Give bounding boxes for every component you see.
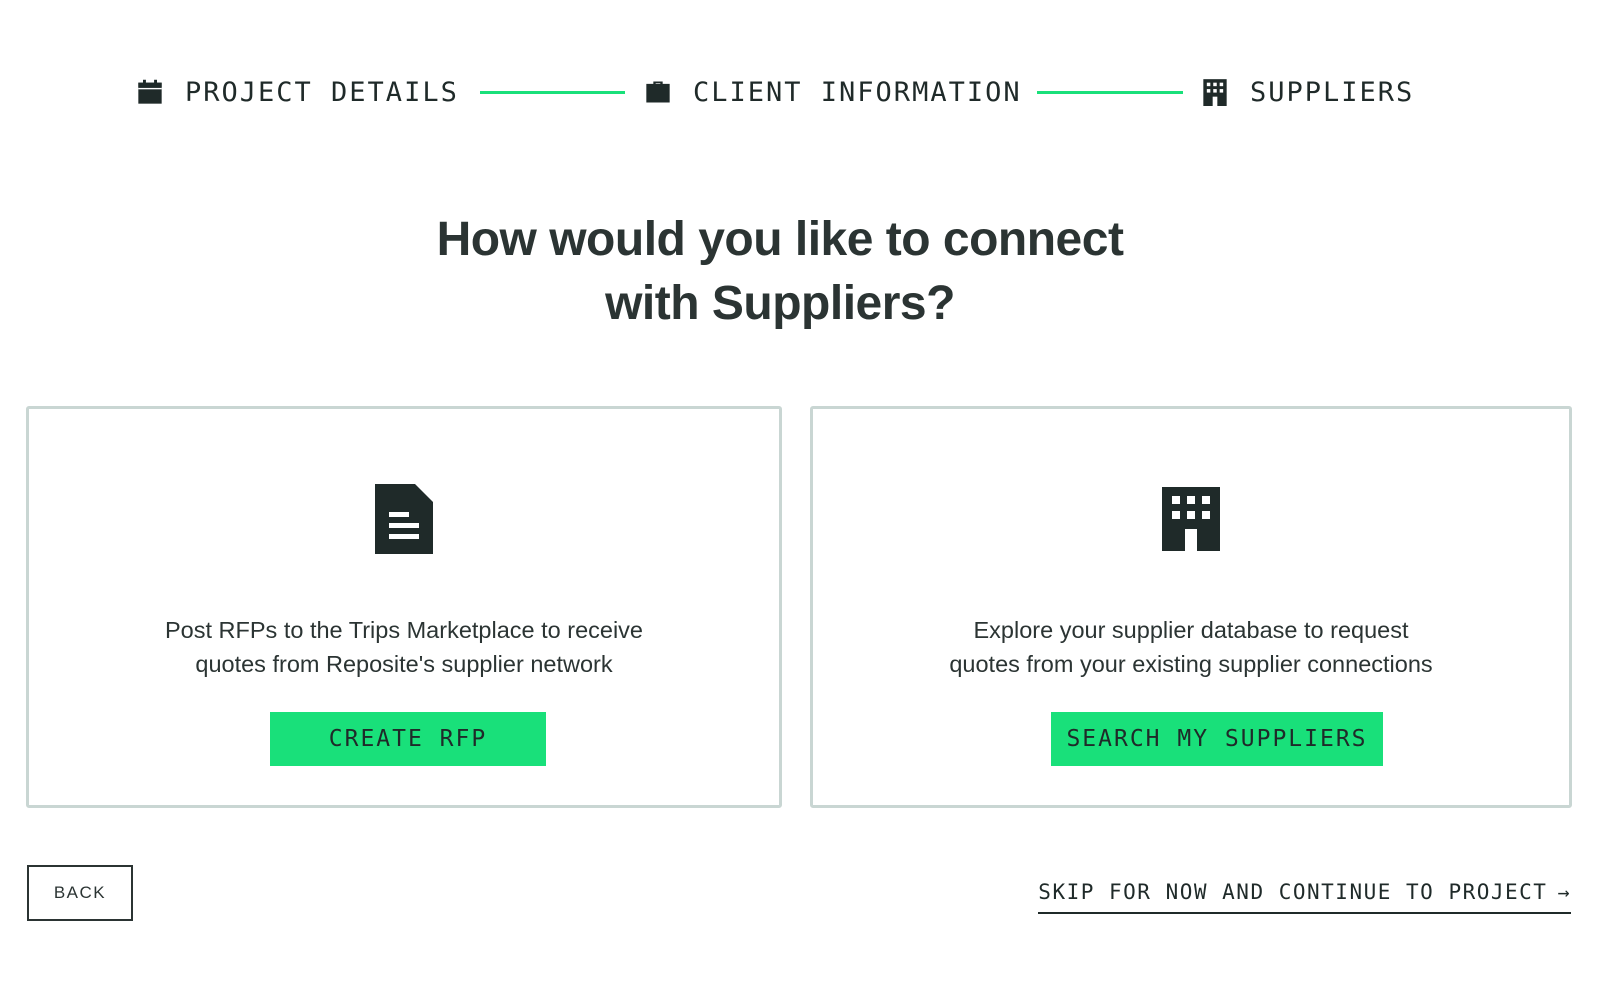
rfp-option-description: Post RFPs to the Trips Marketplace to re…	[29, 613, 779, 681]
arrow-right-icon: →	[1557, 880, 1571, 904]
skip-continue-link[interactable]: SKIP FOR NOW AND CONTINUE TO PROJECT →	[1038, 874, 1571, 914]
back-button[interactable]: BACK	[27, 865, 133, 921]
description-line: Post RFPs to the Trips Marketplace to re…	[164, 617, 644, 643]
search-my-suppliers-button[interactable]: SEARCH MY SUPPLIERS	[1051, 712, 1383, 766]
step-project-details[interactable]: PROJECT DETAILS	[135, 66, 459, 118]
step-label: CLIENT INFORMATION	[693, 76, 1022, 108]
description-line: quotes from your existing supplier conne…	[949, 651, 1433, 677]
step-suppliers[interactable]: SUPPLIERS	[1200, 66, 1414, 118]
building-icon	[1156, 483, 1226, 555]
step-connector	[1037, 91, 1183, 94]
step-connector	[480, 91, 625, 94]
building-icon	[1200, 77, 1230, 107]
page-title-line-2: with Suppliers?	[605, 277, 955, 330]
calendar-icon	[135, 77, 165, 107]
briefcase-icon	[643, 77, 673, 107]
step-label: PROJECT DETAILS	[185, 76, 459, 108]
skip-link-label: SKIP FOR NOW AND CONTINUE TO PROJECT	[1038, 880, 1548, 904]
step-client-information[interactable]: CLIENT INFORMATION	[643, 66, 1022, 118]
suppliers-option-card: Explore your supplier database to reques…	[810, 406, 1572, 808]
create-rfp-button[interactable]: CREATE RFP	[270, 712, 546, 766]
description-line: quotes from Reposite's supplier network	[195, 651, 613, 677]
description-line: Explore your supplier database to reques…	[973, 617, 1409, 643]
document-icon	[369, 483, 439, 555]
rfp-option-card: Post RFPs to the Trips Marketplace to re…	[26, 406, 782, 808]
progress-stepper: PROJECT DETAILS CLIENT INFORMATION SUPPL…	[0, 66, 1600, 118]
suppliers-option-description: Explore your supplier database to reques…	[813, 613, 1569, 681]
page-title-line-1: How would you like to connect	[436, 213, 1124, 266]
page-title: How would you like to connect with Suppl…	[300, 208, 1260, 336]
step-label: SUPPLIERS	[1250, 76, 1415, 108]
